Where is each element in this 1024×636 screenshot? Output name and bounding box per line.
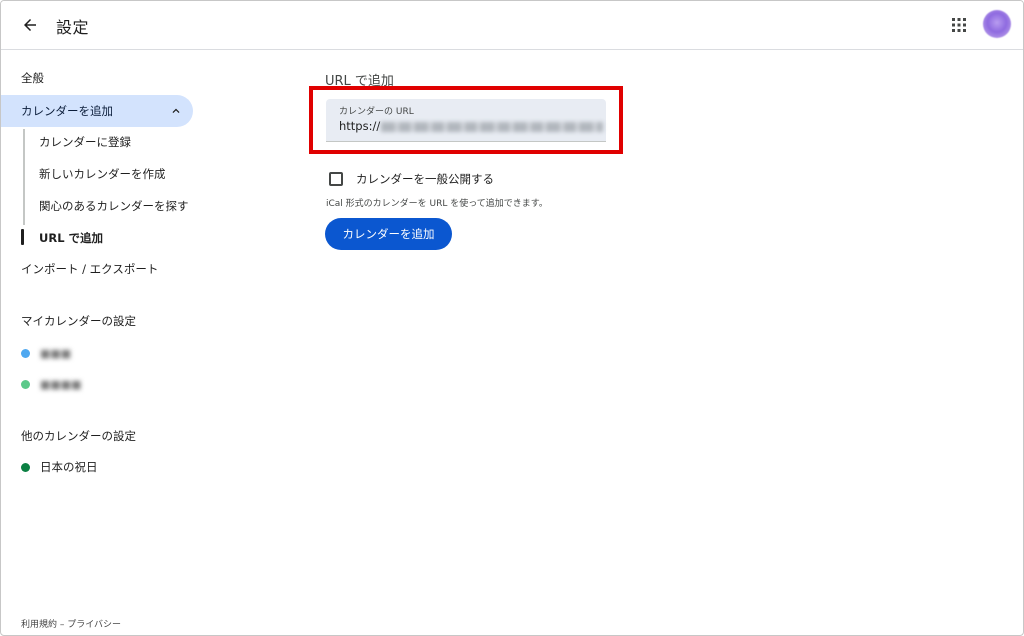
apps-grid-icon [952, 18, 966, 32]
calendar-color-dot [21, 348, 30, 358]
add-calendar-button[interactable]: カレンダーを追加 [325, 218, 452, 250]
add-by-url-panel: URL で追加 カレンダーの URL https:// カレンダーを一般公開する… [325, 51, 1005, 635]
nav-add-calendar-label: カレンダーを追加 [21, 104, 113, 118]
footer-links[interactable]: 利用規約 – プライバシー [21, 617, 121, 630]
nav-import-export[interactable]: インポート / エクスポート [1, 253, 193, 285]
make-public-checkbox-row[interactable]: カレンダーを一般公開する [329, 170, 494, 188]
url-prefix: https:// [339, 119, 381, 133]
my-calendar-item[interactable]: ■■■■ [21, 374, 82, 394]
arrow-back-icon [24, 19, 36, 31]
calendar-name: ■■■■ [40, 377, 82, 391]
calendar-name: 日本の祝日 [40, 460, 98, 474]
my-calendar-item[interactable]: ■■■ [21, 343, 71, 363]
back-button[interactable] [17, 12, 43, 38]
url-field-value: https:// [339, 119, 604, 133]
make-public-label: カレンダーを一般公開する [356, 172, 494, 186]
settings-window: 設定 全般 カレンダーを追加 カレンダーに登録 新しいカレンダーを作成 関心のあ… [0, 0, 1024, 636]
my-calendars-heading: マイカレンダーの設定 [21, 314, 136, 328]
nav-general-label: 全般 [21, 71, 44, 85]
calendar-color-dot [21, 379, 30, 389]
other-calendars-heading: 他のカレンダーの設定 [21, 429, 136, 443]
nav-import-export-label: インポート / エクスポート [21, 262, 159, 276]
calendar-name: ■■■ [40, 346, 72, 360]
other-calendar-item[interactable]: 日本の祝日 [21, 457, 98, 477]
calendar-url-input[interactable]: カレンダーの URL https:// [326, 99, 606, 142]
subnav-browse-interesting[interactable]: 関心のあるカレンダーを探す [1, 190, 193, 222]
subnav-from-url-label: URL で追加 [39, 231, 104, 245]
nav-general[interactable]: 全般 [1, 62, 193, 94]
section-title: URL で追加 [325, 74, 394, 89]
chevron-up-icon [172, 108, 180, 113]
apps-button[interactable] [947, 13, 971, 37]
subnav-create-new-label: 新しいカレンダーを作成 [39, 167, 166, 181]
account-avatar[interactable] [983, 10, 1011, 38]
subnav-browse-interesting-label: 関心のあるカレンダーを探す [39, 199, 189, 213]
subnav-subscribe[interactable]: カレンダーに登録 [1, 126, 193, 158]
helper-text: iCal 形式のカレンダーを URL を使って追加できます。 [326, 199, 548, 209]
make-public-checkbox[interactable] [329, 172, 343, 186]
nav-add-calendar[interactable]: カレンダーを追加 [1, 95, 193, 127]
settings-sidebar: 全般 カレンダーを追加 カレンダーに登録 新しいカレンダーを作成 関心のあるカレ… [1, 51, 201, 635]
subnav-from-url[interactable]: URL で追加 [1, 222, 193, 254]
top-app-bar: 設定 [1, 1, 1023, 50]
subnav-create-new[interactable]: 新しいカレンダーを作成 [1, 158, 193, 190]
redacted-url [381, 121, 604, 132]
page-title: 設定 [56, 18, 90, 37]
subnav-subscribe-label: カレンダーに登録 [39, 135, 131, 149]
calendar-color-dot [21, 462, 30, 472]
url-field-label: カレンダーの URL [339, 107, 414, 117]
